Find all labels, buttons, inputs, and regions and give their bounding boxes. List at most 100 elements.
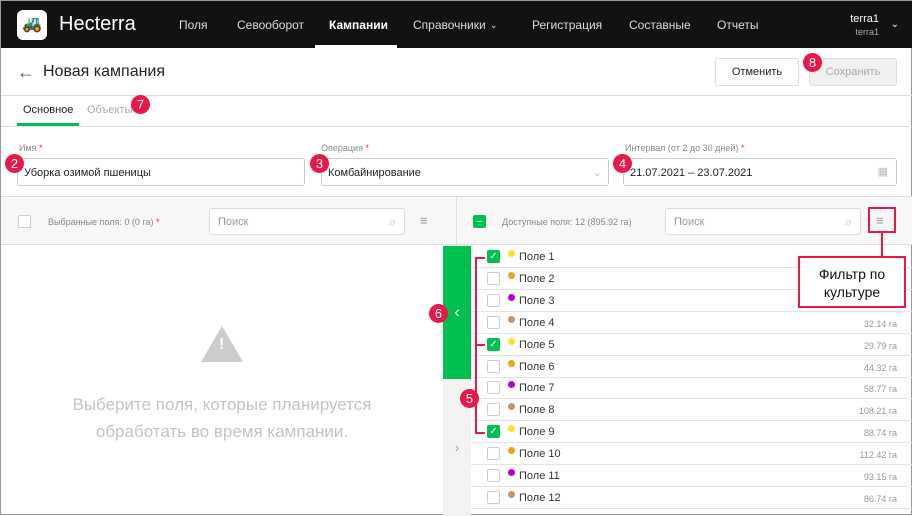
field-row[interactable]: Поле 8 108.21 га xyxy=(471,399,912,422)
operation-select[interactable]: Комбайнирование ⌄ xyxy=(321,158,609,186)
selected-toolbar: Выбранные поля: 0 (0 га) * Поиск ⌕ ≡ xyxy=(1,196,457,245)
field-row[interactable]: ✓ Поле 9 88.74 га xyxy=(471,421,912,444)
crop-color-dot xyxy=(508,359,515,367)
annotation-bracket-tick xyxy=(475,344,485,346)
chevron-down-icon[interactable]: ⌄ xyxy=(891,19,899,30)
field-checkbox[interactable] xyxy=(487,381,500,395)
field-checkbox[interactable] xyxy=(487,293,500,307)
save-button[interactable]: Сохранить xyxy=(809,58,897,86)
search-icon: ⌕ xyxy=(388,214,396,229)
annotation-badge: 7 xyxy=(131,95,150,114)
field-row[interactable]: ✓ Поле 5 29.79 га xyxy=(471,334,912,356)
select-all-checkbox[interactable]: – xyxy=(473,215,486,228)
nav-composite[interactable]: Составные xyxy=(629,18,691,32)
tab-objects[interactable]: Объекты xyxy=(87,104,132,116)
annotation-badge: 8 xyxy=(803,53,822,72)
nav-directories[interactable]: Справочники xyxy=(413,18,486,32)
crop-color-dot xyxy=(508,469,515,476)
field-checkbox[interactable]: ✓ xyxy=(487,337,500,351)
nav-fields[interactable]: Поля xyxy=(179,18,208,32)
field-name: Поле 5 xyxy=(519,338,555,351)
name-input[interactable]: Уборка озимой пшеницы xyxy=(17,158,305,186)
field-name: Поле 6 xyxy=(519,360,555,373)
page-title: Новая кампания xyxy=(43,63,166,80)
available-toolbar: – Доступные поля: 12 (895.92 га) Поиск ⌕ … xyxy=(457,196,912,245)
annotation-connector xyxy=(881,233,883,256)
field-area: 86.74 га xyxy=(863,493,897,504)
field-row[interactable]: Поле 11 93.15 га xyxy=(471,465,912,487)
field-checkbox[interactable] xyxy=(487,490,500,504)
chevron-left-icon: ‹ xyxy=(454,304,460,321)
field-checkbox[interactable]: ✓ xyxy=(487,425,500,439)
selected-search-input[interactable]: Поиск ⌕ xyxy=(209,208,405,235)
interval-label: Интервал (от 2 до 30 дней) * xyxy=(625,143,745,153)
operation-label: Операция * xyxy=(321,143,369,153)
title-bar: ← Новая кампания Отменить Сохранить xyxy=(1,48,912,96)
field-name: Поле 1 xyxy=(519,251,555,263)
chevron-down-icon[interactable]: ⌄ xyxy=(490,20,498,31)
chevron-down-icon: ⌄ xyxy=(592,167,602,179)
field-name: Поле 4 xyxy=(519,316,555,329)
interval-input[interactable]: 21.07.2021 – 23.07.2021 ▦ xyxy=(623,158,897,186)
name-label: Имя * xyxy=(19,143,43,153)
field-row[interactable]: Поле 4 32.14 га xyxy=(471,312,912,334)
chevron-right-icon: › xyxy=(454,440,460,455)
crop-color-dot xyxy=(508,250,515,257)
empty-state-text: Выберите поля, которые планируется обраб… xyxy=(72,395,372,441)
field-checkbox[interactable] xyxy=(487,469,500,482)
user-name: terra1 xyxy=(850,13,879,25)
nav-rotation[interactable]: Севооборот xyxy=(237,18,304,32)
tractor-icon[interactable]: 🚜 xyxy=(17,10,47,40)
field-name: Поле 8 xyxy=(519,404,555,417)
field-row[interactable]: Поле 7 58.77 га xyxy=(471,377,912,400)
crop-color-dot xyxy=(508,425,515,433)
field-area: 108.21 га xyxy=(858,406,897,417)
annotation-badge: 5 xyxy=(460,389,479,408)
tab-main[interactable]: Основное xyxy=(23,104,73,116)
field-area: 29.79 га xyxy=(863,340,897,351)
annotation-bracket-tick xyxy=(475,432,485,434)
nav-reports[interactable]: Отчеты xyxy=(717,18,758,32)
field-checkbox[interactable] xyxy=(487,271,500,285)
field-row[interactable]: Поле 10 112.42 га xyxy=(471,443,912,466)
field-name: Поле 7 xyxy=(519,382,555,395)
field-name: Поле 3 xyxy=(519,294,555,307)
annotation-badge: 6 xyxy=(429,304,448,323)
annotation-callout: Фильтр по культуре xyxy=(798,256,906,308)
field-checkbox[interactable] xyxy=(487,403,500,417)
active-tab-indicator xyxy=(17,123,79,126)
field-name: Поле 10 xyxy=(519,448,561,461)
search-icon: ⌕ xyxy=(844,214,852,229)
field-checkbox[interactable]: ✓ xyxy=(487,250,500,263)
cancel-button[interactable]: Отменить xyxy=(715,58,799,86)
field-area: 88.74 га xyxy=(863,428,897,439)
field-name: Поле 2 xyxy=(519,272,555,285)
user-menu[interactable]: terra1 terra1 xyxy=(850,13,879,37)
crop-color-dot xyxy=(508,271,515,279)
field-checkbox[interactable] xyxy=(487,447,500,461)
field-checkbox[interactable] xyxy=(487,315,500,329)
crop-color-dot xyxy=(508,381,515,389)
back-arrow-icon[interactable]: ← xyxy=(17,62,35,83)
field-row[interactable]: Поле 12 86.74 га xyxy=(471,487,912,509)
nav-registration[interactable]: Регистрация xyxy=(532,18,602,32)
crop-color-dot xyxy=(508,337,515,345)
filter-icon[interactable]: ≡ xyxy=(420,213,428,228)
nav-campaigns[interactable]: Кампании xyxy=(329,18,388,32)
field-area: 112.42 га xyxy=(859,450,897,461)
crop-color-dot xyxy=(508,447,515,455)
selected-count: Выбранные поля: 0 (0 га) * xyxy=(48,217,160,227)
annotation-filter-highlight xyxy=(868,207,896,233)
field-area: 93.15 га xyxy=(863,472,897,482)
field-row[interactable]: Поле 6 44.32 га xyxy=(471,356,912,378)
available-count: Доступные поля: 12 (895.92 га) xyxy=(502,217,632,227)
calendar-icon[interactable]: ▦ xyxy=(878,165,888,178)
field-checkbox[interactable] xyxy=(487,359,500,373)
warning-icon: ! xyxy=(201,326,243,362)
select-all-checkbox[interactable] xyxy=(18,215,31,228)
available-search-input[interactable]: Поиск ⌕ xyxy=(665,208,861,235)
brand[interactable]: Hecterra xyxy=(59,13,136,36)
field-area: 58.77 га xyxy=(863,384,897,395)
crop-color-dot xyxy=(508,403,515,411)
crop-color-dot xyxy=(508,293,515,301)
